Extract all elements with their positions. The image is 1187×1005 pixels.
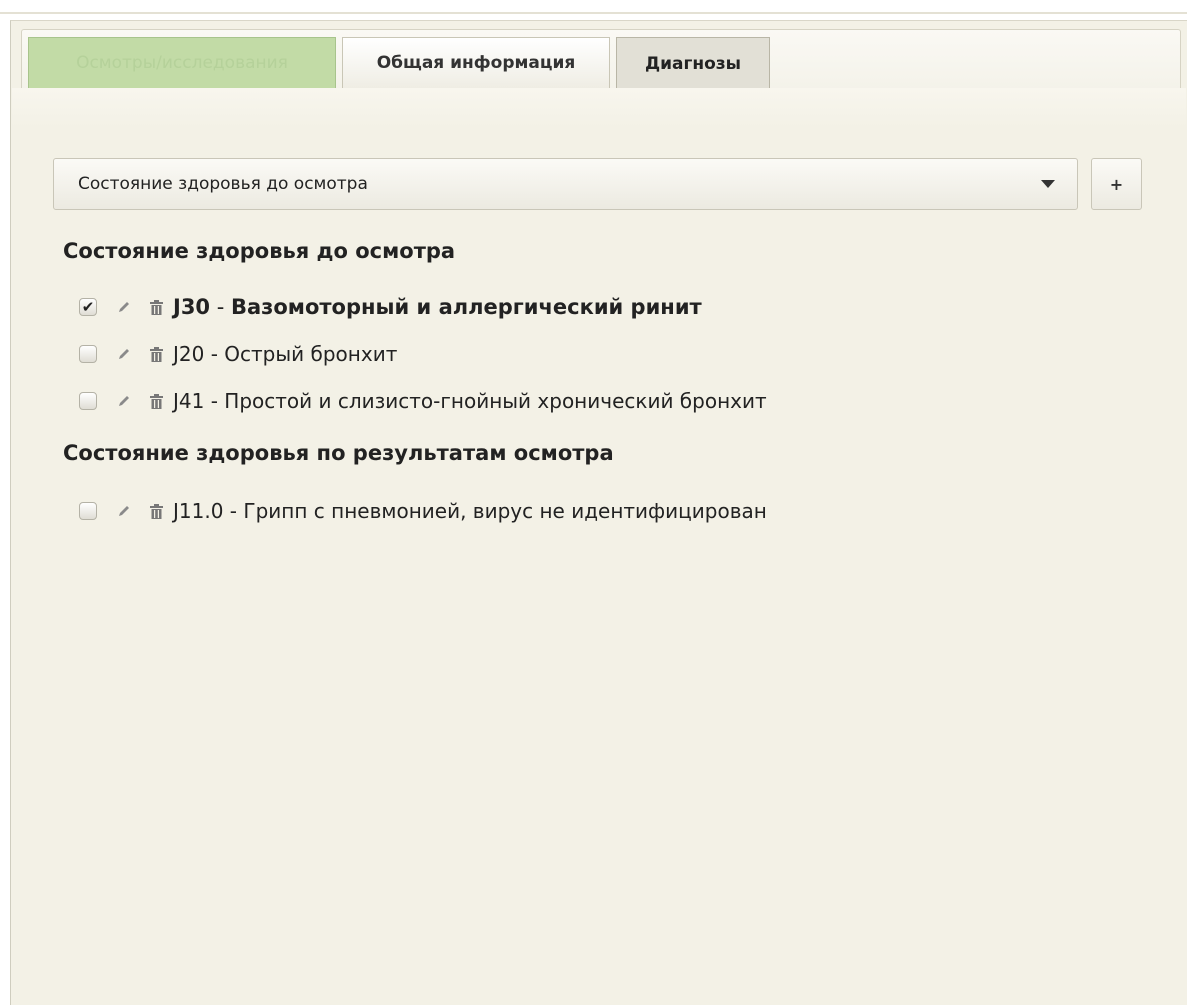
pencil-icon[interactable] bbox=[117, 394, 131, 408]
trash-icon[interactable] bbox=[149, 346, 163, 362]
tab-diagnoses[interactable]: Диагнозы bbox=[616, 37, 770, 89]
diagnosis-item: ✔ J30 - Вазомоторный и аллергический рин… bbox=[79, 293, 702, 321]
select-value: Состояние здоровья до осмотра bbox=[78, 174, 368, 194]
group-title-before-exam: Состояние здоровья до осмотра bbox=[63, 239, 456, 263]
diagnosis-code: J20 bbox=[173, 342, 205, 366]
tab-content-top bbox=[12, 88, 1186, 128]
diagnosis-checkbox[interactable]: ✔ bbox=[79, 298, 97, 316]
diagnosis-name: Вазомоторный и аллергический ринит bbox=[230, 295, 702, 319]
pencil-icon[interactable] bbox=[117, 300, 131, 314]
trash-icon[interactable] bbox=[149, 503, 163, 519]
diagnosis-name: Грипп с пневмонией, вирус не идентифицир… bbox=[243, 499, 767, 523]
diagnosis-name: Простой и слизисто-гнойный хронический б… bbox=[224, 389, 767, 413]
pencil-icon[interactable] bbox=[117, 504, 131, 518]
diagnosis-code: J11.0 bbox=[173, 499, 224, 523]
add-button[interactable]: + bbox=[1091, 158, 1142, 210]
tab-general-info[interactable]: Общая информация bbox=[342, 37, 610, 89]
diagnosis-group-select[interactable]: Состояние здоровья до осмотра bbox=[53, 158, 1078, 210]
diagnosis-item: J41 - Простой и слизисто-гнойный хрониче… bbox=[79, 387, 767, 415]
diagnosis-item: J20 - Острый бронхит bbox=[79, 340, 397, 368]
trash-icon[interactable] bbox=[149, 393, 163, 409]
pencil-icon[interactable] bbox=[117, 347, 131, 361]
top-divider bbox=[0, 12, 1187, 14]
diagnosis-name: Острый бронхит bbox=[224, 342, 398, 366]
group-title-after-exam: Состояние здоровья по результатам осмотр… bbox=[63, 441, 614, 465]
diagnosis-code: J41 bbox=[173, 389, 205, 413]
diagnosis-checkbox[interactable] bbox=[79, 392, 97, 410]
diagnosis-checkbox[interactable] bbox=[79, 502, 97, 520]
tab-examinations[interactable]: Осмотры/исследования bbox=[28, 37, 336, 89]
diagnosis-checkbox[interactable] bbox=[79, 345, 97, 363]
diagnosis-code: J30 bbox=[173, 295, 211, 319]
diagnoses-panel: Осмотры/исследования Общая информация Ди… bbox=[10, 20, 1187, 1005]
trash-icon[interactable] bbox=[149, 299, 163, 315]
diagnosis-item: J11.0 - Грипп с пневмонией, вирус не иде… bbox=[79, 497, 767, 525]
check-icon: ✔ bbox=[81, 297, 95, 316]
chevron-down-icon bbox=[1041, 180, 1055, 188]
